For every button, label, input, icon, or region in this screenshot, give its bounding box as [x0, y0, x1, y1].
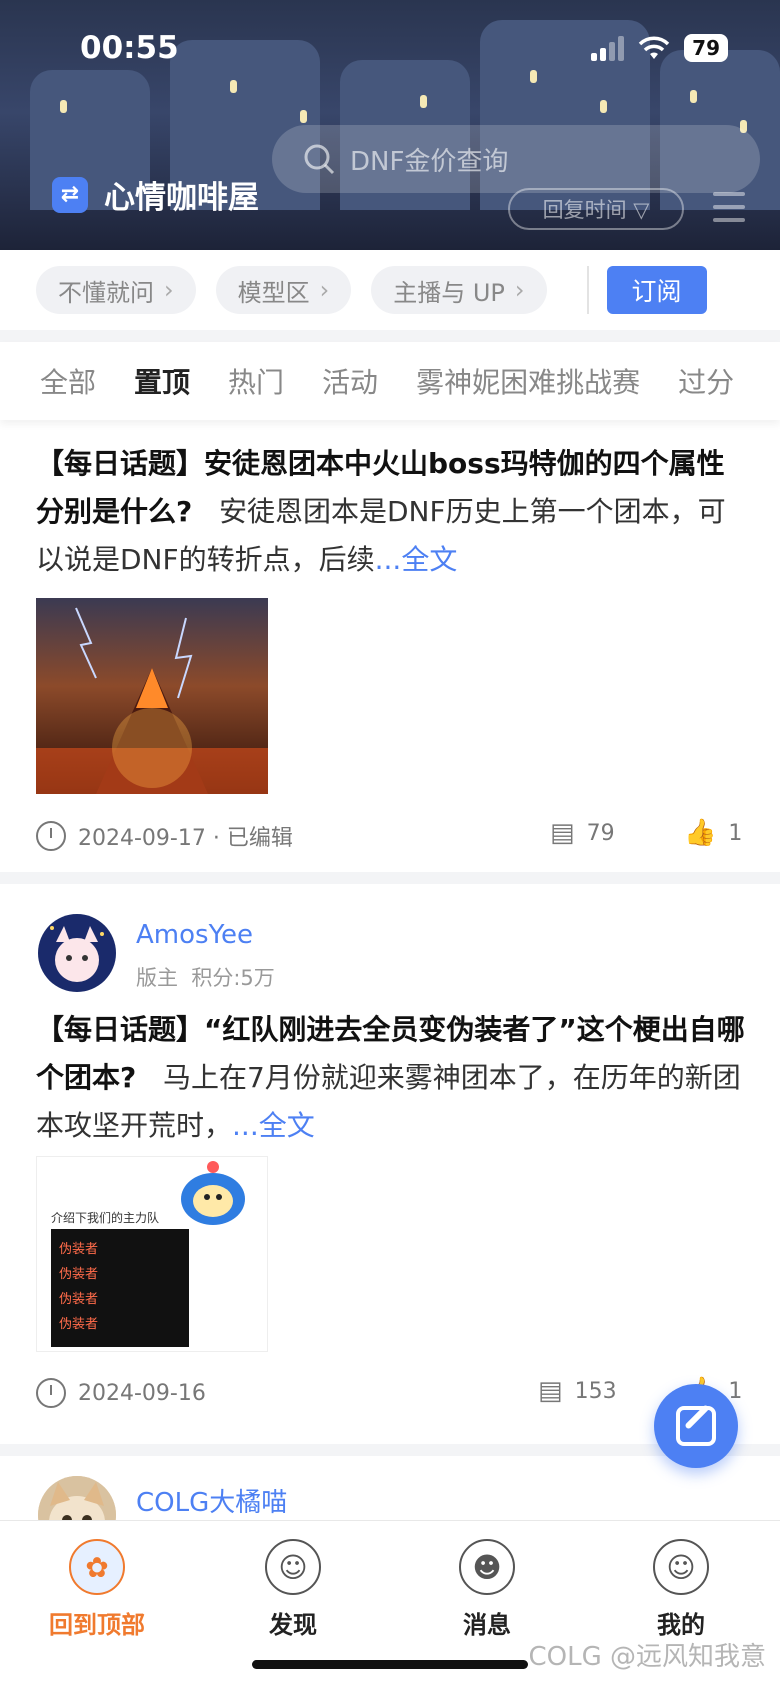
status-time: 00:55: [80, 30, 179, 66]
chip-label: 主播与 UP: [393, 278, 505, 307]
sort-dropdown[interactable]: 回复时间 ▽: [508, 188, 684, 230]
club-name: 心情咖啡屋: [104, 180, 259, 216]
signal-icon: [591, 35, 625, 61]
nav-discover[interactable]: ☺ 发现: [228, 1539, 358, 1640]
header-banner: 00:55 79 DNF金价查询 ⇄ 心情咖啡屋 回复时间 ▽: [0, 0, 780, 250]
mascot-icon: ✿: [69, 1539, 125, 1595]
post-author[interactable]: AmosYee: [136, 920, 253, 950]
club-switcher[interactable]: ⇄ 心情咖啡屋: [52, 172, 259, 217]
nav-label: 消息: [463, 1611, 511, 1639]
message-icon: ☻: [459, 1539, 515, 1595]
discover-icon: ☺: [265, 1539, 321, 1595]
home-indicator[interactable]: [252, 1660, 528, 1669]
comment-icon: ▤: [538, 1376, 563, 1406]
chevron-right-icon: ›: [164, 276, 174, 304]
author-role: 版主: [136, 966, 178, 990]
nav-label: 发现: [269, 1611, 317, 1639]
image-row: 伪装者: [59, 1292, 99, 1307]
nav-messages[interactable]: ☻ 消息: [422, 1539, 552, 1640]
nav-label: 回到顶部: [49, 1611, 145, 1639]
comment-count-text: 153: [574, 1378, 617, 1404]
post-date: 2024-09-16: [36, 1378, 206, 1408]
profile-icon: ☺: [653, 1539, 709, 1595]
post-image[interactable]: [36, 598, 268, 794]
post-image[interactable]: 介绍下我们的主力队 伪装者 伪装者 伪装者 伪装者: [36, 1156, 268, 1352]
wifi-icon: [638, 36, 670, 59]
image-row: 伪装者: [59, 1317, 99, 1332]
section-gap: [0, 330, 780, 342]
image-caption: 介绍下我们的主力队: [51, 1211, 160, 1225]
avatar[interactable]: [38, 1476, 116, 1520]
like-count-text: 1: [728, 1378, 743, 1404]
watermark: COLG @远风知我意: [528, 1642, 766, 1672]
comment-icon: ▤: [550, 818, 575, 848]
image-list: 伪装者 伪装者 伪装者 伪装者: [51, 1229, 189, 1347]
channel-chip[interactable]: 主播与 UP ›: [371, 266, 547, 314]
post-date: 2024-09-17 · 已编辑: [36, 820, 293, 852]
thumbs-up-icon: 👍: [684, 818, 717, 848]
tab-all[interactable]: 全部: [40, 361, 96, 401]
avatar[interactable]: [38, 914, 116, 992]
nav-back-to-top[interactable]: ✿ 回到顶部: [32, 1539, 162, 1640]
clock-icon: [36, 1378, 66, 1408]
edit-icon: [676, 1406, 716, 1446]
comment-count[interactable]: ▤ 153: [538, 1376, 617, 1406]
post-body: 【每日话题】“红队刚进去全员变伪装者了”这个梗出自哪个团本? 马上在7月份就迎来…: [36, 1006, 746, 1150]
nav-profile[interactable]: ☺ 我的: [616, 1539, 746, 1640]
status-icons: 79: [591, 34, 728, 62]
layout-toggle-icon[interactable]: [713, 192, 745, 222]
battery-indicator: 79: [684, 34, 728, 62]
post-card[interactable]: AmosYee 版主 积分:5万 【每日话题】“红队刚进去全员变伪装者了”这个梗…: [0, 884, 780, 1444]
post-date-text: 2024-09-17 · 已编辑: [78, 826, 293, 851]
author-meta: 版主 积分:5万: [136, 962, 275, 992]
tab-hot[interactable]: 热门: [228, 361, 284, 401]
tab-more[interactable]: 过分: [678, 361, 734, 401]
like-count[interactable]: 👍 1: [684, 818, 742, 848]
tab-bar: 全部 置顶 热门 活动 雾神妮困难挑战赛 过分: [0, 342, 780, 420]
nav-label: 我的: [657, 1611, 705, 1639]
post-feed[interactable]: 【每日话题】安徒恩团本中火山boss玛特伽的四个属性分别是什么? 安徒恩团本是D…: [0, 420, 780, 1520]
subscribe-button[interactable]: 订阅: [606, 266, 707, 314]
image-row: 伪装者: [59, 1242, 99, 1257]
channel-chip[interactable]: 模型区 ›: [215, 266, 352, 314]
read-more-link[interactable]: ...全文: [232, 1109, 315, 1142]
chevron-right-icon: ›: [319, 276, 330, 304]
swap-icon: ⇄: [52, 176, 88, 213]
post-date-text: 2024-09-16: [78, 1380, 206, 1406]
image-row: 伪装者: [59, 1267, 99, 1282]
post-author[interactable]: COLG大橘喵: [136, 1482, 287, 1519]
chip-label: 不懂就问: [58, 278, 154, 307]
post-card[interactable]: 【每日话题】安徒恩团本中火山boss玛特伽的四个属性分别是什么? 安徒恩团本是D…: [0, 420, 780, 872]
tab-pinned[interactable]: 置顶: [134, 361, 190, 401]
tab-challenge[interactable]: 雾神妮困难挑战赛: [416, 361, 640, 401]
chevron-right-icon: ›: [514, 276, 525, 304]
tab-events[interactable]: 活动: [322, 361, 378, 401]
compose-button[interactable]: [654, 1384, 738, 1468]
comment-count-text: 79: [586, 820, 615, 846]
post-card[interactable]: COLG大橘喵: [0, 1456, 780, 1520]
clock-icon: [36, 821, 66, 851]
channel-bar: 不懂就问 › 模型区 › 主播与 UP › 订阅: [0, 250, 780, 330]
divider: [586, 266, 589, 314]
post-excerpt: 马上在7月份就迎来雾神团本了，在历年的新团本攻坚开荒时，: [36, 1061, 741, 1142]
chip-label: 模型区: [237, 278, 310, 307]
author-points: 积分:5万: [191, 966, 275, 990]
search-icon: [304, 144, 335, 175]
post-body: 【每日话题】安徒恩团本中火山boss玛特伽的四个属性分别是什么? 安徒恩团本是D…: [36, 440, 746, 584]
like-count-text: 1: [728, 820, 743, 846]
mascot-image: [181, 1161, 245, 1225]
read-more-link[interactable]: ...全文: [375, 543, 458, 576]
post-divider: [0, 872, 780, 884]
search-placeholder: DNF金价查询: [350, 146, 509, 177]
comment-count[interactable]: ▤ 79: [550, 818, 615, 848]
channel-chip[interactable]: 不懂就问 ›: [36, 266, 196, 314]
search-input[interactable]: DNF金价查询: [272, 125, 760, 193]
